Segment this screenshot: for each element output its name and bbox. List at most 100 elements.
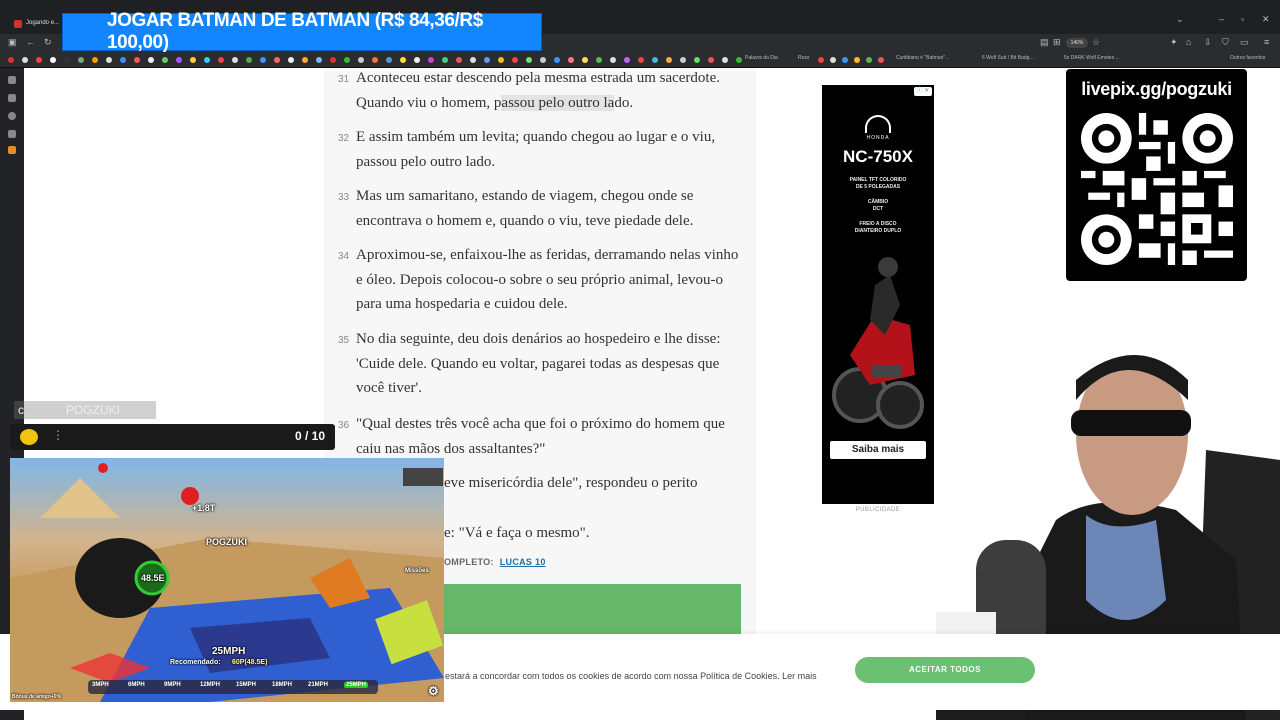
bookmark-icon[interactable] <box>50 57 56 63</box>
bookmark-icon[interactable] <box>666 57 672 63</box>
bookmark-icon[interactable] <box>204 57 210 63</box>
zoom-level[interactable]: 140% <box>1066 38 1088 48</box>
bookmark-wolf-sub[interactable]: 6 Wolf Sub / Bit Badg... <box>982 55 1034 61</box>
game-settings-gear-icon[interactable]: ⚙ <box>428 684 439 698</box>
content-banner[interactable] <box>444 584 741 634</box>
tab-list-chevron-icon[interactable]: ⌄ <box>1176 14 1184 25</box>
bookmark-icon[interactable] <box>134 57 140 63</box>
bookmark-icon[interactable] <box>148 57 154 63</box>
speed-option[interactable]: 12MPH <box>200 682 220 688</box>
speed-option[interactable]: 6MPH <box>128 682 145 688</box>
bookmark-icon[interactable] <box>652 57 658 63</box>
bookmark-icon[interactable] <box>624 57 630 63</box>
accept-all-cookies-button[interactable]: ACEITAR TODOS <box>855 657 1035 683</box>
browser-tab[interactable]: Jogando e... <box>26 14 66 32</box>
bookmark-icon[interactable] <box>162 57 168 63</box>
bookmark-icon[interactable] <box>428 57 434 63</box>
ad-choices-icon[interactable]: ⓘ ✕ <box>914 87 932 96</box>
bookmark-icon[interactable] <box>554 57 560 63</box>
sidebar-app-icon[interactable] <box>8 146 16 154</box>
speed-option[interactable]: 3MPH <box>92 682 109 688</box>
menu-icon[interactable]: ≡ <box>1264 37 1269 47</box>
advertisement[interactable]: ⓘ ✕ HONDA NC-750X PAINEL TFT COLORIDO DE… <box>822 85 934 504</box>
bookmark-icon[interactable] <box>526 57 532 63</box>
bookmark-icon[interactable] <box>176 57 182 63</box>
bookmark-icon[interactable] <box>442 57 448 63</box>
history-icon[interactable] <box>8 112 16 120</box>
bookmark-roxx[interactable]: Roxx <box>798 55 809 61</box>
bookmark-icon[interactable] <box>400 57 406 63</box>
bookmark-icon[interactable] <box>260 57 266 63</box>
sidebar-toggle-icon[interactable]: ▣ <box>8 37 17 48</box>
bookmark-icon[interactable] <box>92 57 98 63</box>
bookmark-icon[interactable] <box>232 57 238 63</box>
bookmark-star-icon[interactable]: ☆ <box>1092 37 1100 48</box>
bookmark-icon[interactable] <box>596 57 602 63</box>
bookmark-icon[interactable] <box>372 57 378 63</box>
sidebar-item-icon[interactable] <box>8 94 16 102</box>
bookmark-icon[interactable] <box>722 57 728 63</box>
sidebar-item-icon[interactable] <box>8 76 16 84</box>
bookmark-icon[interactable] <box>498 57 504 63</box>
bookmark-icon[interactable] <box>484 57 490 63</box>
bookmark-icon[interactable] <box>830 57 836 63</box>
bookmark-icon[interactable] <box>568 57 574 63</box>
reload-icon[interactable]: ↻ <box>44 37 52 48</box>
bookmark-icon[interactable] <box>274 57 280 63</box>
downloads-icon[interactable]: ⇩ <box>1204 37 1212 48</box>
bookmark-icon[interactable] <box>866 57 872 63</box>
translate-icon[interactable]: ⊞ <box>1053 37 1061 48</box>
bookmark-youtube-icon[interactable] <box>8 57 14 63</box>
bookmark-palavra-do-dia[interactable]: Palavra do Dia <box>745 55 778 61</box>
extensions-icon[interactable]: ✦ <box>1170 37 1178 48</box>
bookmark-icon[interactable] <box>512 57 518 63</box>
back-icon[interactable]: ← <box>26 37 35 47</box>
speed-option[interactable]: 18MPH <box>272 682 292 688</box>
wallet-icon[interactable]: ▭ <box>1240 37 1249 48</box>
bookmark-icon[interactable] <box>120 57 126 63</box>
bookmark-icon[interactable] <box>246 57 252 63</box>
bookmark-icon[interactable] <box>106 57 112 63</box>
bookmark-icon[interactable] <box>470 57 476 63</box>
home-icon[interactable]: ⌂ <box>1186 37 1191 47</box>
bookmark-icon[interactable] <box>456 57 462 63</box>
ad-cta-button[interactable]: Saiba mais <box>830 441 926 459</box>
speed-option-selected[interactable]: 25MPH <box>344 682 369 688</box>
bookmark-icon[interactable] <box>22 57 28 63</box>
bookmark-curitibano[interactable]: Curitibano é "Batman"... <box>896 55 949 61</box>
bookmark-icon[interactable] <box>190 57 196 63</box>
shield-icon[interactable]: ⛉ <box>1222 37 1229 48</box>
minimize-icon[interactable]: – <box>1219 14 1224 24</box>
bookmark-icon[interactable] <box>878 57 884 63</box>
bookmark-icon[interactable] <box>842 57 848 63</box>
bookmark-icon[interactable] <box>78 57 84 63</box>
bookmark-icon[interactable] <box>386 57 392 63</box>
bookmark-icon[interactable] <box>414 57 420 63</box>
bookmark-icon[interactable] <box>316 57 322 63</box>
close-icon[interactable]: ✕ <box>1262 14 1270 25</box>
bookmark-icon[interactable] <box>638 57 644 63</box>
speed-option[interactable]: 9MPH <box>164 682 181 688</box>
speed-option[interactable]: 21MPH <box>308 682 328 688</box>
bookmark-icon[interactable] <box>358 57 364 63</box>
bookmark-icon[interactable] <box>708 57 714 63</box>
game-missions[interactable]: Missões <box>405 568 429 574</box>
star-icon[interactable] <box>8 130 16 138</box>
bookmark-icon[interactable] <box>818 57 824 63</box>
bookmark-icon[interactable] <box>694 57 700 63</box>
bookmark-icon[interactable] <box>330 57 336 63</box>
bookmark-dark-wolf[interactable]: 5x DARK Wolf Emotes ... <box>1064 55 1120 61</box>
bookmark-icon[interactable] <box>540 57 546 63</box>
bookmark-icon[interactable] <box>218 57 224 63</box>
chapter-link[interactable]: LUCAS 10 <box>500 557 546 567</box>
bookmark-other-favorites[interactable]: Outros favoritos <box>1230 55 1265 61</box>
bookmark-icon[interactable] <box>36 57 42 63</box>
maximize-icon[interactable]: ▫ <box>1241 14 1244 24</box>
bookmark-icon[interactable] <box>736 57 742 63</box>
bookmark-icon[interactable] <box>582 57 588 63</box>
bookmark-icon[interactable] <box>344 57 350 63</box>
bookmark-icon[interactable] <box>854 57 860 63</box>
bookmark-icon[interactable] <box>288 57 294 63</box>
page-action-icon[interactable]: ▤ <box>1040 37 1049 48</box>
bookmark-icon[interactable] <box>302 57 308 63</box>
